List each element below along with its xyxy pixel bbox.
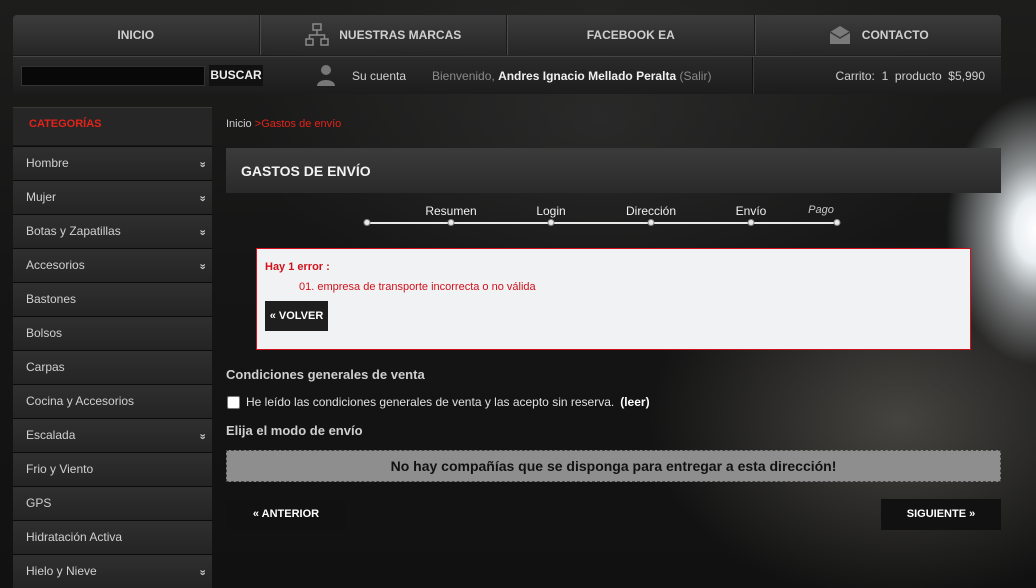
error-box: Hay 1 error : 01. empresa de transporte … [256, 248, 971, 350]
step-label: Resumen [425, 204, 477, 218]
cart-label: Carrito: [835, 69, 875, 83]
nav-contacto[interactable]: CONTACTO [754, 15, 1002, 55]
conditions-title: Condiciones generales de venta [226, 367, 425, 382]
cart-count: 1 [881, 69, 889, 83]
terms-read-link[interactable]: (leer) [620, 395, 649, 409]
sidebar-item[interactable]: Escalada » [13, 418, 212, 452]
breadcrumb-home[interactable]: Inicio [226, 118, 252, 130]
main-nav: INICIO NUESTRAS MARCAS FACEBOOK EA CONTA… [13, 15, 1001, 55]
step-dot [647, 219, 655, 226]
nav-marcas-label: NUESTRAS MARCAS [339, 28, 462, 42]
categories-title: CATEGORÍAS [13, 107, 212, 145]
error-item: 01. empresa de transporte incorrecta o n… [299, 281, 536, 293]
step-dot [547, 219, 555, 226]
step-dot [833, 219, 841, 226]
search-input[interactable] [21, 66, 205, 86]
checkout-steps: Resumen Login Dirección Envío Pago [363, 200, 841, 230]
chevron-down-icon: » [196, 433, 209, 438]
error-title: Hay 1 error : [265, 261, 330, 273]
breadcrumb: Inicio >Gastos de envío [226, 118, 341, 130]
previous-button[interactable]: « ANTERIOR [226, 499, 346, 530]
nav-marcas[interactable]: NUESTRAS MARCAS [259, 15, 507, 55]
welcome-text: Bienvenido, Andres Ignacio Mellado Peral… [432, 69, 711, 83]
sitemap-icon [305, 23, 329, 46]
sidebar-item-label: Hidratación Activa [26, 530, 123, 544]
category-list: Hombre» Mujer» Botas y Zapatillas» Accesori… [13, 146, 212, 588]
sidebar-item-label: Botas y Zapatillas [26, 224, 121, 238]
page-title-bar: GASTOS DE ENVÍO [226, 148, 1001, 193]
nav-facebook[interactable]: FACEBOOK EA [507, 15, 755, 55]
envelope-icon [829, 26, 851, 44]
cart-divider [752, 57, 754, 94]
terms-label: He leído las condiciones generales de ve… [246, 395, 615, 409]
terms-checkbox[interactable] [227, 395, 240, 409]
back-button[interactable]: « VOLVER [265, 301, 328, 331]
account-link[interactable]: Su cuenta [352, 69, 406, 83]
sidebar-item-label: Hielo y Nieve [26, 564, 97, 578]
step-dot [747, 219, 755, 226]
sidebar-item-label: Carpas [26, 360, 65, 374]
nav-contacto-label: CONTACTO [861, 28, 929, 42]
sidebar-item[interactable]: Cocina y Accesorios [13, 384, 212, 418]
step-label: Envío [735, 204, 767, 218]
sidebar-item-label: Cocina y Accesorios [26, 394, 135, 408]
sidebar-item[interactable]: Bastones [13, 282, 212, 316]
cart-total: $5,990 [948, 69, 985, 83]
chevron-down-icon: » [196, 263, 209, 268]
steps-line [367, 222, 837, 224]
sidebar-item-label: Bolsos [26, 326, 63, 340]
step-label: Login [536, 204, 566, 218]
sidebar-item[interactable]: Hidratación Activa [13, 520, 212, 554]
sidebar-item-label: Mujer [26, 190, 57, 204]
shipping-warning: No hay compañías que se disponga para en… [226, 450, 1001, 482]
sidebar-item[interactable]: Carpas [13, 350, 212, 384]
chevron-down-icon: » [196, 569, 209, 574]
sidebar-item-label: Escalada [26, 428, 76, 442]
user-icon [317, 65, 335, 86]
cart-unit: producto [894, 69, 942, 83]
sidebar-item[interactable]: Frio y Viento [13, 452, 212, 486]
chevron-down-icon: » [196, 195, 209, 200]
search-button[interactable]: BUSCAR [209, 65, 263, 86]
logout-link[interactable]: (Salir) [679, 69, 711, 83]
sidebar-item-label: Accesorios [26, 258, 85, 272]
conditions-row: He leído las condiciones generales de ve… [227, 395, 650, 409]
sidebar-item[interactable]: Hielo y Nieve » [13, 554, 212, 588]
sidebar-item[interactable]: Accesorios » [13, 248, 212, 282]
chevron-down-icon: » [196, 229, 209, 234]
sidebar-item-label: Bastones [26, 292, 77, 306]
page-title: GASTOS DE ENVÍO [241, 163, 371, 179]
sidebar-item[interactable]: Mujer » [13, 180, 212, 214]
nav-facebook-label: FACEBOOK EA [586, 28, 675, 42]
user-bar: BUSCAR Su cuenta Bienvenido, Andres Igna… [13, 56, 1001, 94]
cart-summary[interactable]: Carrito: 1 producto $5,990 [836, 69, 985, 83]
step-dot [447, 219, 455, 226]
step-label: Pago [808, 204, 834, 216]
step-label: Dirección [625, 204, 677, 218]
next-button[interactable]: SIGUIENTE » [881, 499, 1001, 530]
sidebar-item-label: Frio y Viento [26, 462, 94, 476]
sidebar-item[interactable]: Bolsos [13, 316, 212, 350]
nav-inicio[interactable]: INICIO [13, 15, 260, 55]
welcome-label: Bienvenido, [432, 69, 495, 83]
step-dot [363, 219, 371, 226]
nav-inicio-label: INICIO [117, 28, 155, 42]
sidebar-item-label: GPS [26, 496, 52, 510]
sidebar-item-label: Hombre [26, 156, 69, 170]
user-name: Andres Ignacio Mellado Peralta [498, 69, 677, 83]
sidebar-item[interactable]: Hombre » [13, 146, 212, 180]
shipping-title: Elija el modo de envío [226, 423, 363, 438]
breadcrumb-current: Gastos de envío [261, 118, 342, 130]
sidebar-item[interactable]: GPS [13, 486, 212, 520]
sidebar-item[interactable]: Botas y Zapatillas » [13, 214, 212, 248]
chevron-down-icon: » [196, 161, 209, 166]
